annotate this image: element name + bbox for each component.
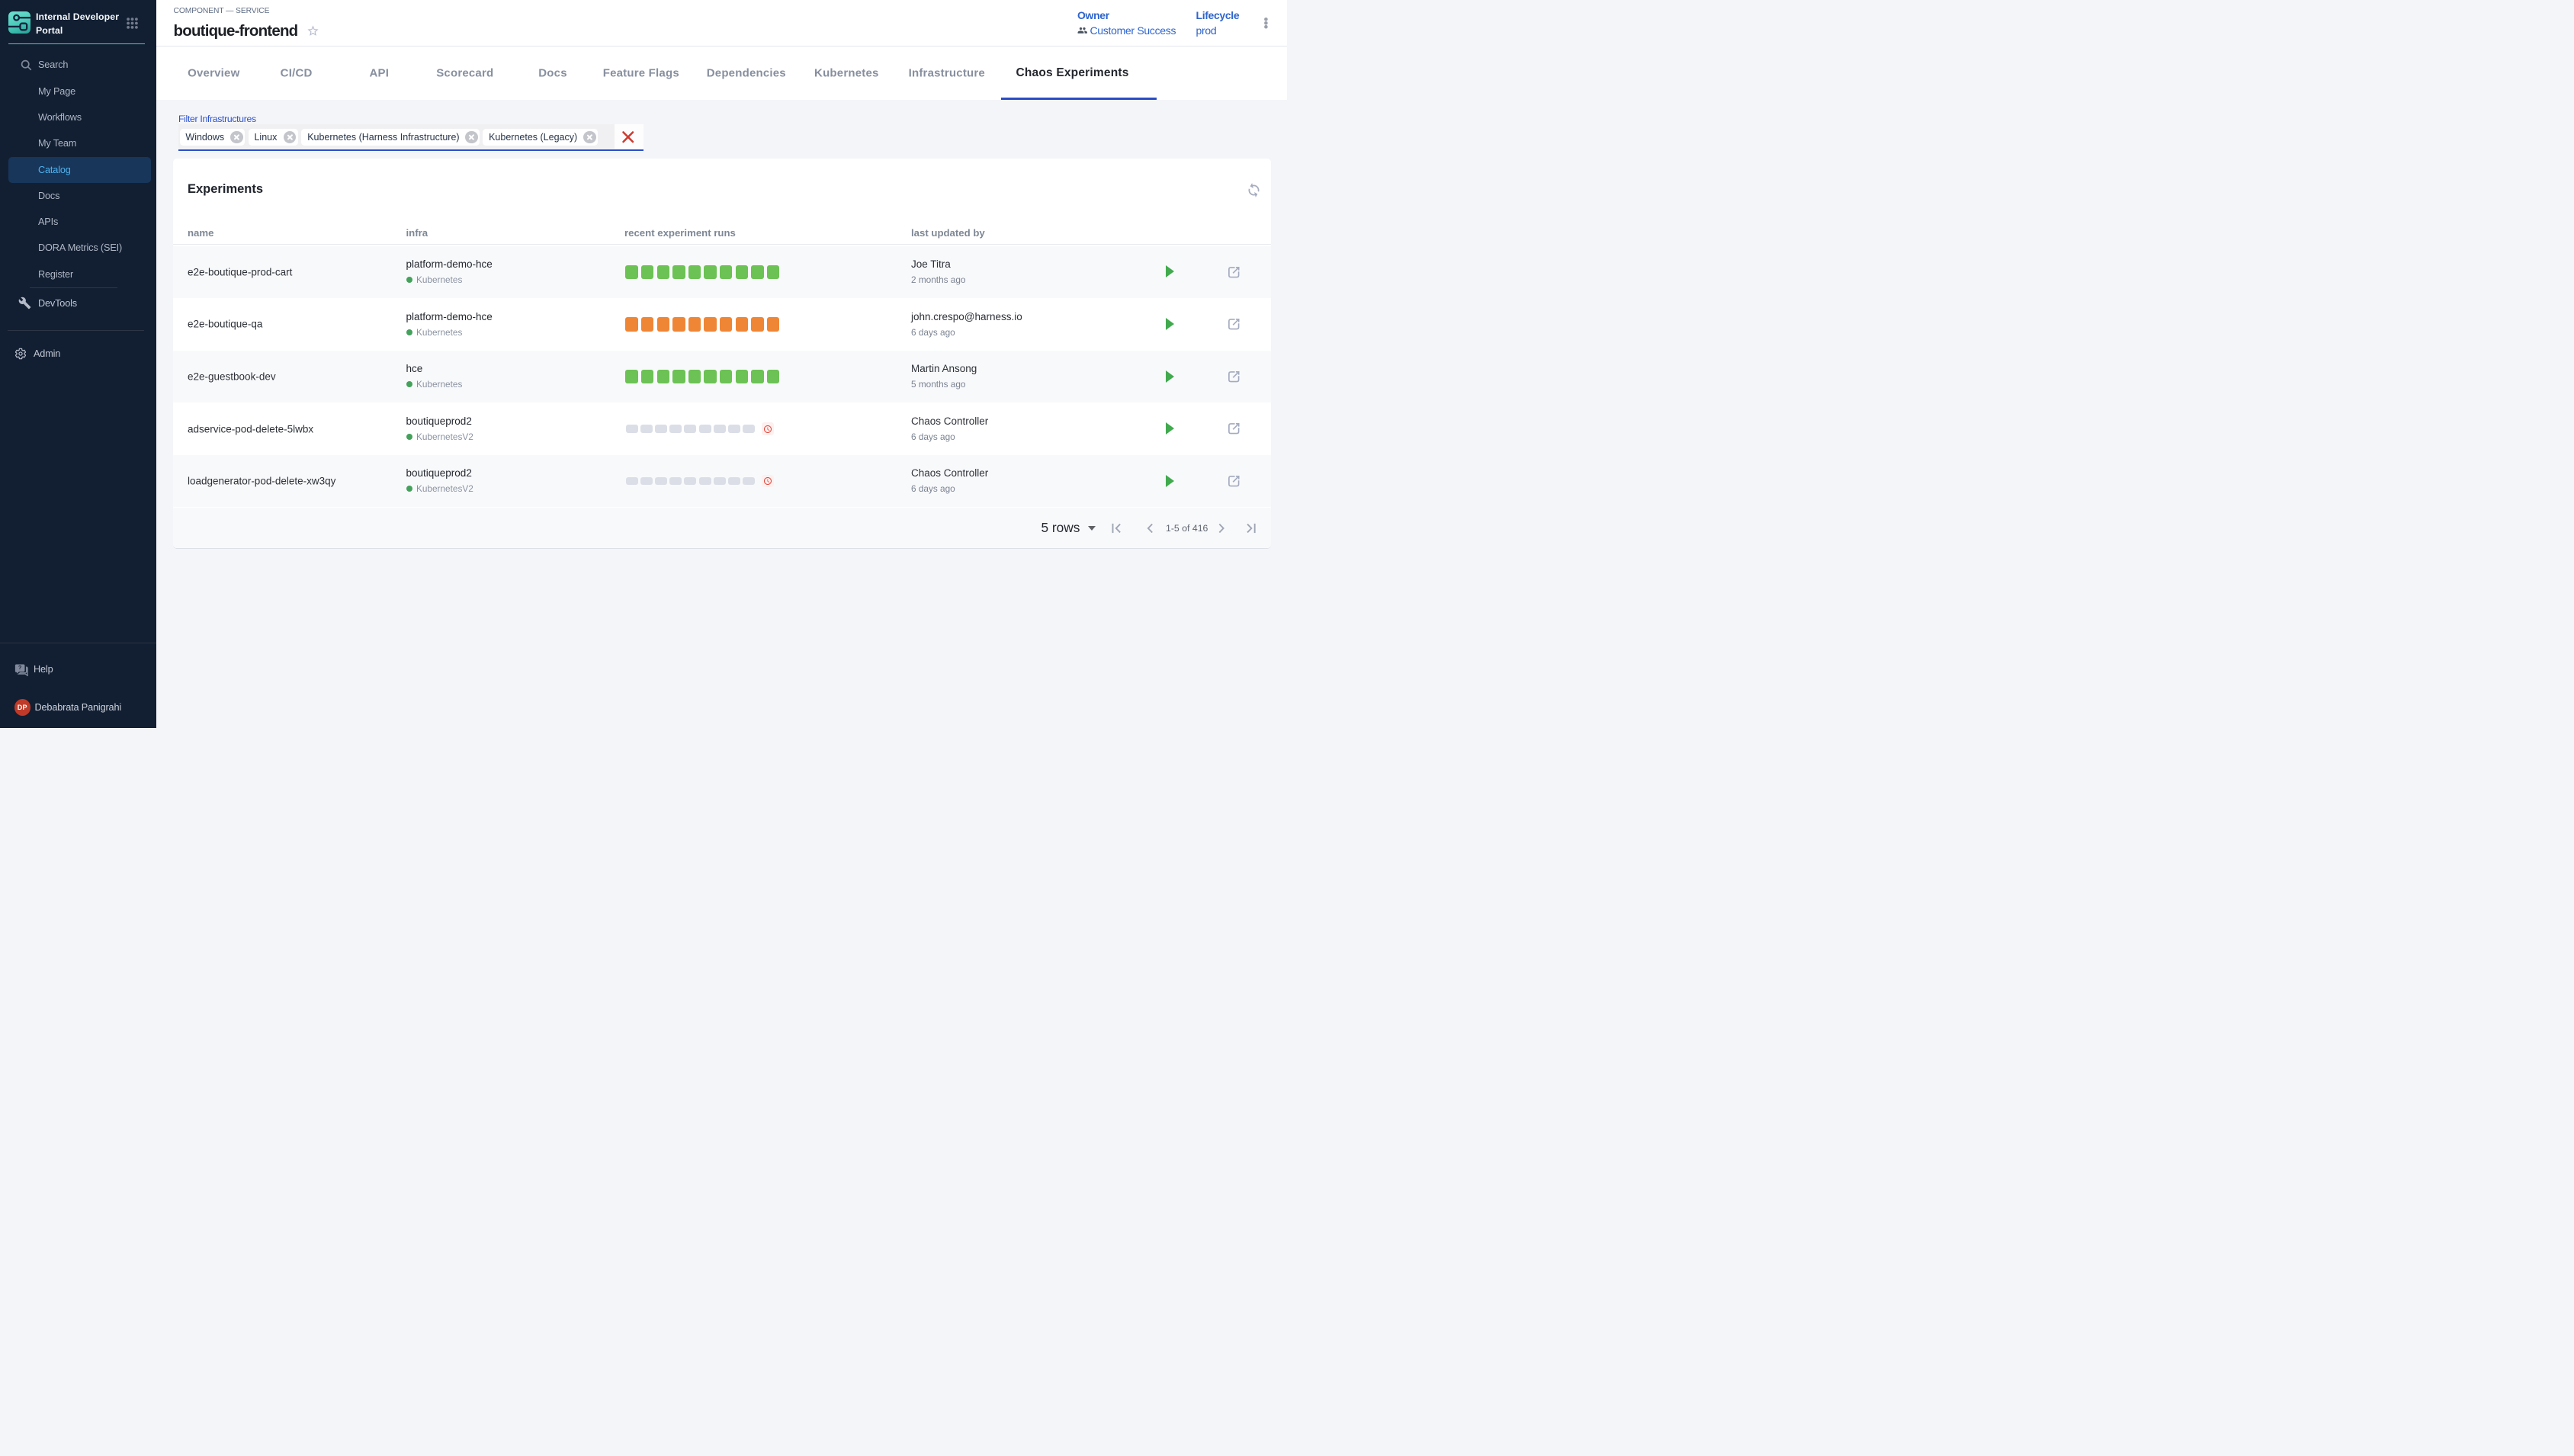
svg-text:?: ? bbox=[18, 663, 22, 670]
